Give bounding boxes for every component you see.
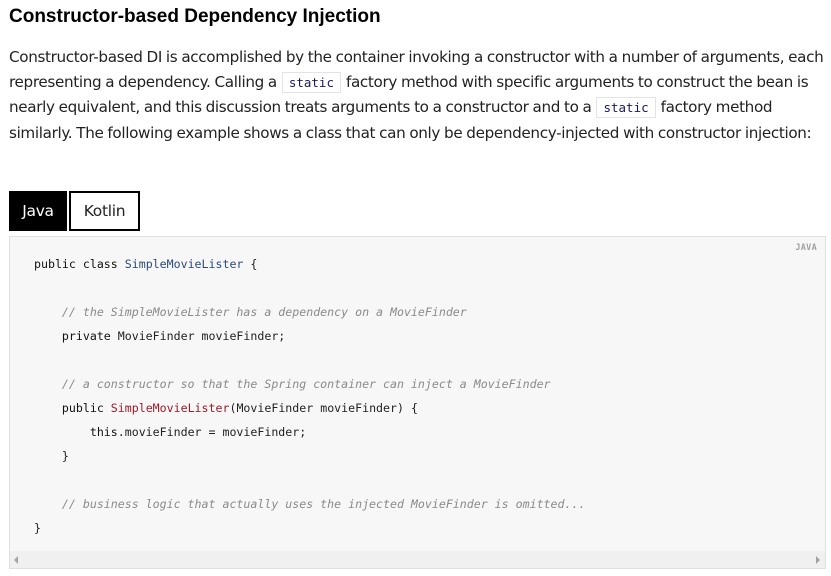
tab-java[interactable]: Java (9, 191, 67, 231)
code-comment: // business logic that actually uses the… (61, 497, 586, 511)
code-comment: // a constructor so that the Spring cont… (61, 377, 551, 391)
arrow-right-icon[interactable] (816, 556, 820, 564)
language-label: JAVA (795, 243, 817, 253)
code-keyword: this (89, 425, 118, 439)
code-content: public class SimpleMovieLister { // the … (34, 252, 585, 540)
code-line: public class SimpleMovieLister { (34, 257, 257, 271)
code-text: MovieFinder movieFinder; (117, 329, 286, 343)
inline-code-static: static (281, 71, 341, 93)
code-class-name: SimpleMovieLister (124, 257, 244, 271)
tab-kotlin[interactable]: Kotlin (69, 191, 140, 231)
inline-code-static: static (596, 97, 656, 119)
code-keyword: private (61, 329, 118, 343)
code-keyword: public (61, 401, 111, 415)
code-text: } (61, 449, 69, 463)
arrow-left-icon[interactable] (14, 556, 18, 564)
code-block: JAVA public class SimpleMovieLister { //… (9, 236, 826, 569)
code-text: } (34, 521, 41, 535)
code-text: (MovieFinder movieFinder) { (229, 401, 418, 415)
code-text: { (243, 257, 258, 271)
section-heading: Constructor-based Dependency Injection (9, 6, 381, 27)
horizontal-scrollbar[interactable] (10, 551, 825, 568)
code-keyword: public class (34, 257, 125, 271)
description-paragraph: Constructor-based DI is accomplished by … (9, 45, 831, 146)
code-text: .movieFinder = movieFinder; (117, 425, 307, 439)
language-tabs: Java Kotlin (9, 191, 140, 231)
code-comment: // the SimpleMovieLister has a dependenc… (61, 305, 467, 319)
code-constructor-name: SimpleMovieLister (110, 401, 230, 415)
